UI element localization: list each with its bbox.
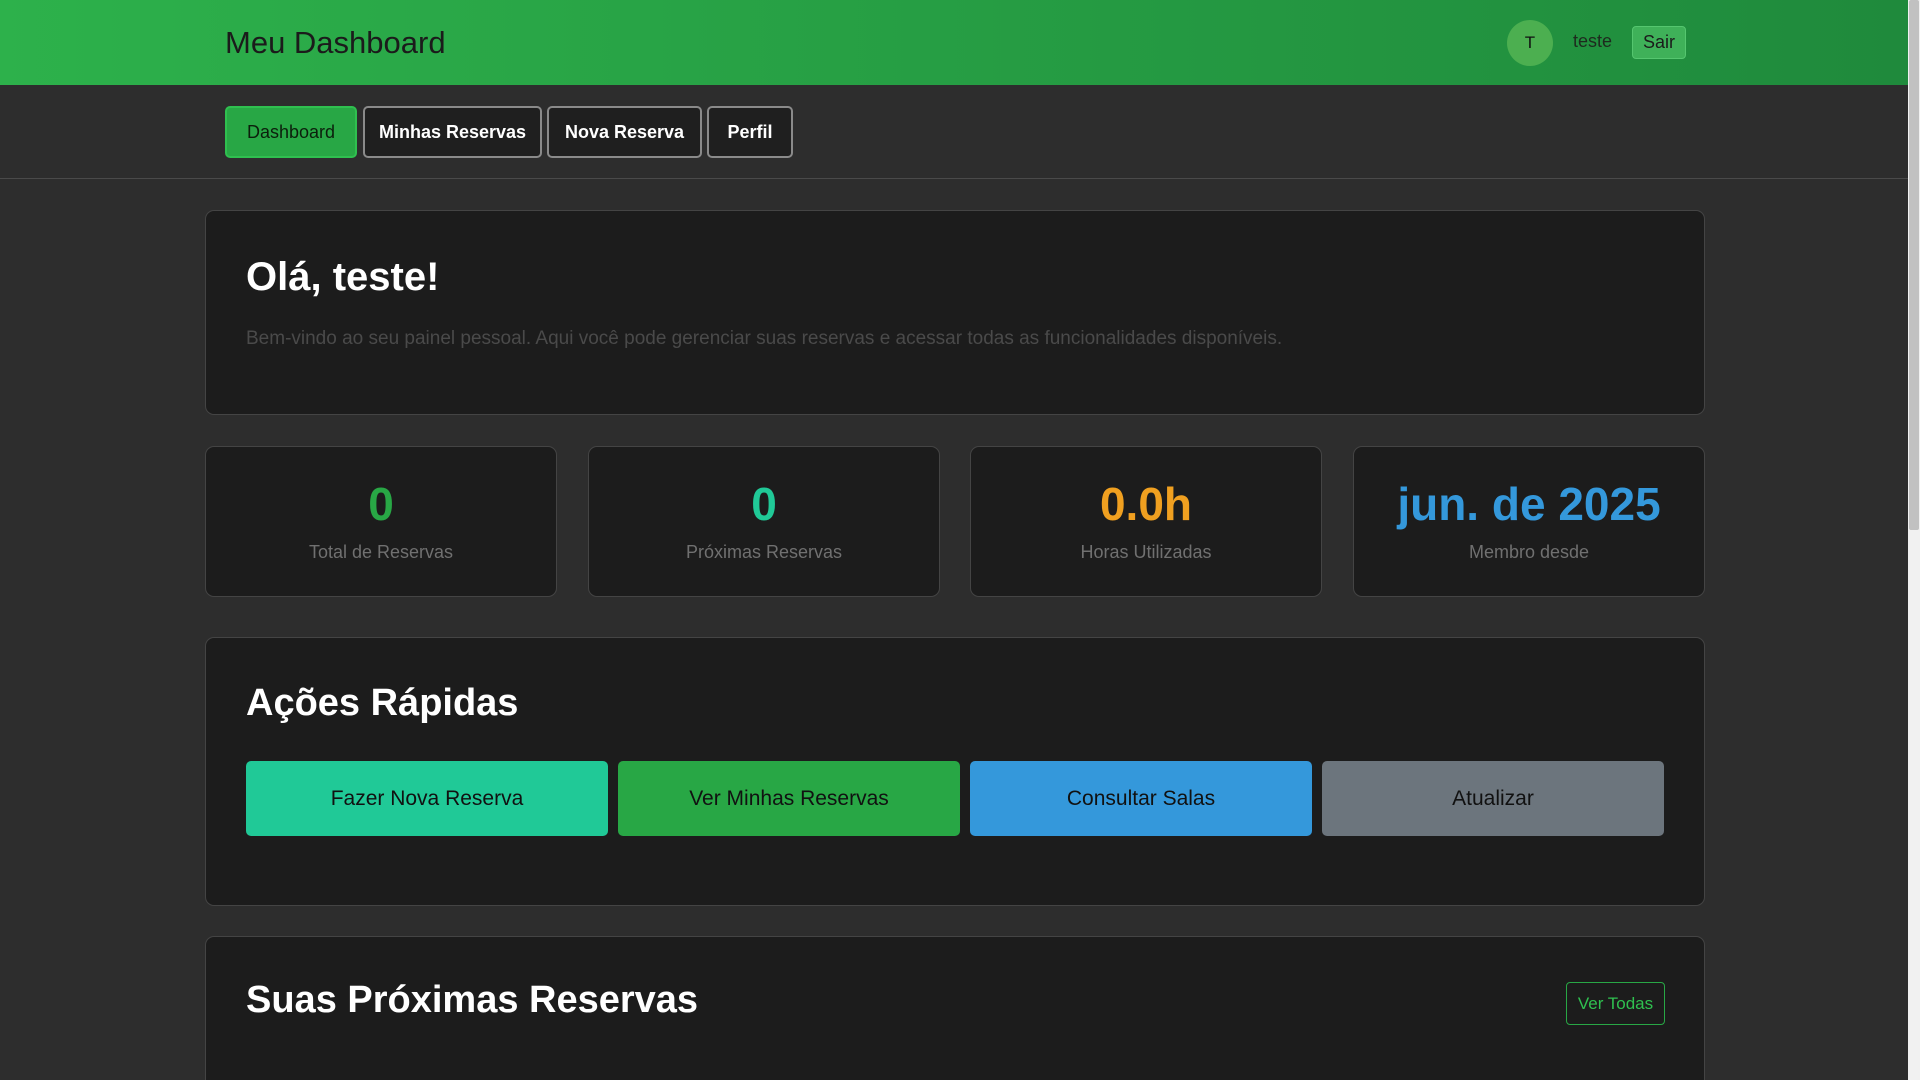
stat-value: jun. de 2025: [1397, 478, 1661, 530]
stat-card-proximas-reservas: 0 Próximas Reservas: [588, 446, 940, 597]
scrollbar-thumb[interactable]: [1909, 0, 1919, 530]
stat-card-membro-desde: jun. de 2025 Membro desde: [1353, 446, 1705, 597]
main-nav: Dashboard Minhas Reservas Nova Reserva P…: [0, 85, 1908, 179]
quick-actions-title: Ações Rápidas: [246, 682, 519, 724]
upcoming-title: Suas Próximas Reservas: [246, 979, 699, 1021]
top-header: Meu Dashboard T teste Sair: [0, 0, 1908, 85]
my-reservations-button[interactable]: Ver Minhas Reservas: [618, 761, 960, 836]
page: Meu Dashboard T teste Sair Dashboard Min…: [0, 0, 1920, 1080]
scrollbar-track[interactable]: [1908, 0, 1920, 1080]
quick-actions-card: Ações Rápidas Fazer Nova Reserva Ver Min…: [205, 637, 1705, 906]
check-rooms-button[interactable]: Consultar Salas: [970, 761, 1312, 836]
user-name: teste: [1573, 31, 1613, 51]
tab-nova-reserva[interactable]: Nova Reserva: [547, 106, 702, 158]
stat-value: 0: [368, 478, 394, 530]
stat-label: Próximas Reservas: [685, 542, 843, 562]
stat-label: Horas Utilizadas: [1080, 542, 1212, 562]
logout-button[interactable]: Sair: [1632, 26, 1686, 59]
welcome-card: Olá, teste! Bem-vindo ao seu painel pess…: [205, 210, 1705, 415]
new-reservation-button[interactable]: Fazer Nova Reserva: [246, 761, 608, 836]
stat-card-total-reservas: 0 Total de Reservas: [205, 446, 557, 597]
stat-label: Membro desde: [1468, 542, 1590, 562]
stat-card-horas-utilizadas: 0.0h Horas Utilizadas: [970, 446, 1322, 597]
tab-perfil[interactable]: Perfil: [707, 106, 793, 158]
upcoming-reservations-card: Suas Próximas Reservas Ver Todas: [205, 936, 1705, 1080]
tab-dashboard[interactable]: Dashboard: [225, 106, 357, 158]
see-all-button[interactable]: Ver Todas: [1566, 982, 1665, 1025]
tab-minhas-reservas[interactable]: Minhas Reservas: [363, 106, 542, 158]
avatar[interactable]: T: [1507, 20, 1553, 66]
page-title: Meu Dashboard: [225, 25, 446, 60]
stat-label: Total de Reservas: [308, 542, 454, 562]
welcome-title: Olá, teste!: [246, 255, 440, 299]
welcome-text: Bem-vindo ao seu painel pessoal. Aqui vo…: [246, 328, 1283, 349]
stat-value: 0.0h: [1099, 478, 1193, 530]
stat-value: 0: [751, 478, 777, 530]
refresh-button[interactable]: Atualizar: [1322, 761, 1664, 836]
